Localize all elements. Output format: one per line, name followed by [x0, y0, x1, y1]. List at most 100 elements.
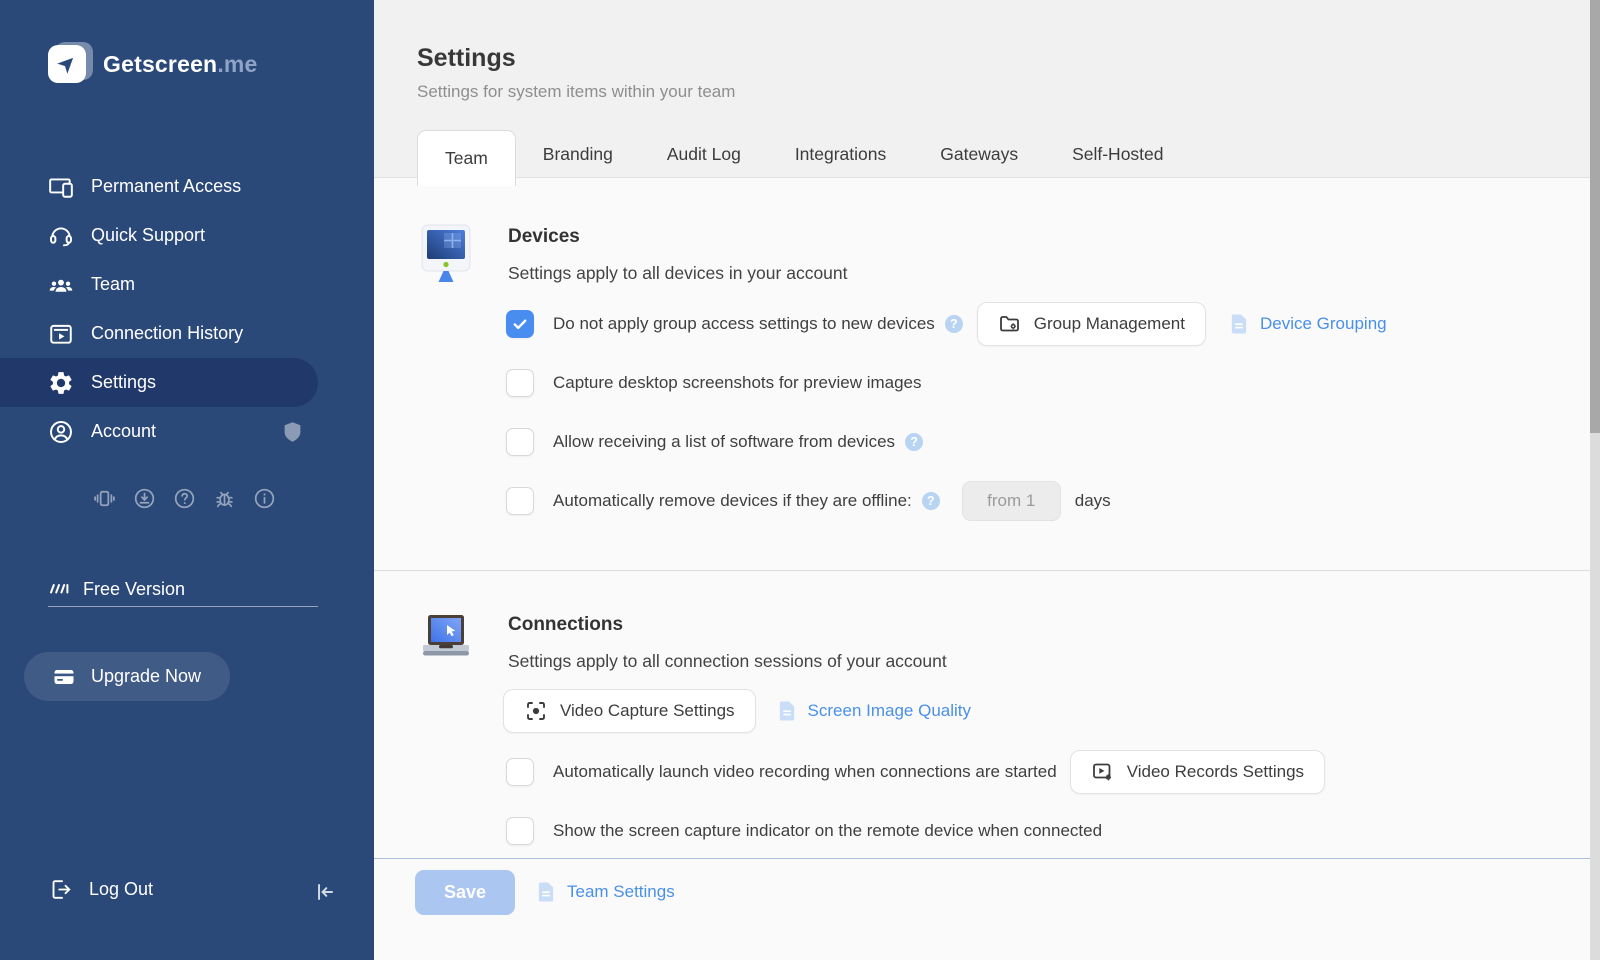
setting-label: Do not apply group access settings to ne…: [553, 314, 935, 333]
document-icon: [777, 699, 797, 723]
group-management-button[interactable]: Group Management: [976, 302, 1206, 346]
upgrade-now-button[interactable]: Upgrade Now: [24, 652, 230, 701]
sidebar-item-permanent-access[interactable]: Permanent Access: [0, 162, 374, 211]
days-unit-label: days: [1074, 491, 1111, 510]
button-label: Video Records Settings: [1126, 762, 1305, 781]
button-label: Group Management: [1033, 314, 1185, 333]
save-bar: Save Team Settings: [374, 858, 1600, 960]
logout-icon: [48, 877, 73, 902]
link-label: Screen Image Quality: [807, 701, 971, 720]
devices-icon[interactable]: [93, 487, 116, 510]
checkbox-screen-capture-indicator[interactable]: [506, 817, 534, 845]
connections-section-icon: [418, 610, 474, 660]
sidebar-item-label: Connection History: [91, 323, 244, 343]
offline-days-input[interactable]: [961, 481, 1061, 521]
sidebar-item-team[interactable]: Team: [0, 260, 374, 309]
sidebar-utility-icons: [93, 487, 276, 510]
sidebar-item-label: Permanent Access: [91, 176, 242, 196]
video-gear-icon: [1091, 760, 1115, 784]
devices-section-icon: [418, 222, 474, 282]
capture-frame-icon: [524, 699, 548, 723]
brand-logo[interactable]: ➤ Getscreen.me: [48, 42, 258, 84]
settings-content: Devices Settings apply to all devices in…: [374, 178, 1590, 960]
team-people-icon: [48, 272, 74, 298]
devices-monitor-phone-icon: [48, 174, 74, 200]
link-label: Device Grouping: [1259, 314, 1387, 333]
connections-section-title: Connections: [508, 614, 624, 635]
help-tooltip-icon[interactable]: ?: [944, 315, 963, 333]
checkbox-group-access[interactable]: [506, 310, 534, 338]
logout-label: Log Out: [89, 879, 154, 899]
help-icon[interactable]: [173, 487, 196, 510]
account-person-icon: [48, 419, 74, 445]
tab-branding[interactable]: Branding: [516, 130, 640, 178]
sidebar-item-label: Settings: [91, 372, 157, 392]
help-tooltip-icon[interactable]: ?: [905, 433, 924, 451]
checkbox-auto-remove-devices[interactable]: [506, 487, 534, 515]
checkbox-capture-screenshots[interactable]: [506, 369, 534, 397]
plan-status: Free Version: [48, 577, 185, 601]
sidebar-item-connection-history[interactable]: Connection History: [0, 309, 374, 358]
headset-icon: [48, 223, 74, 249]
setting-row: Show the screen capture indicator on the…: [506, 809, 1102, 853]
setting-row: Automatically remove devices if they are…: [506, 479, 1111, 523]
history-box-play-icon: [48, 321, 74, 347]
sidebar-item-account[interactable]: Account: [0, 407, 374, 456]
scrollbar-track[interactable]: [1590, 0, 1600, 960]
save-button[interactable]: Save: [415, 870, 515, 915]
sidebar: ➤ Getscreen.me Permanent Access Quick Su…: [0, 0, 374, 960]
link-label: Team Settings: [567, 882, 675, 901]
devices-section-title: Devices: [508, 226, 580, 247]
sidebar-item-quick-support[interactable]: Quick Support: [0, 211, 374, 260]
page-subtitle: Settings for system items within your te…: [417, 82, 736, 101]
settings-tabs: Team Branding Audit Log Integrations Gat…: [417, 130, 1191, 186]
tab-integrations[interactable]: Integrations: [768, 130, 913, 178]
brand-name: Getscreen.me: [103, 50, 258, 77]
sidebar-item-settings[interactable]: Settings: [0, 358, 318, 407]
sidebar-item-label: Account: [91, 421, 157, 441]
meter-icon: [48, 577, 72, 601]
tab-audit-log[interactable]: Audit Log: [640, 130, 768, 178]
info-icon[interactable]: [253, 487, 276, 510]
check-icon: [513, 319, 527, 330]
setting-label: Capture desktop screenshots for preview …: [553, 373, 922, 392]
page-title: Settings: [417, 44, 516, 72]
divider: [48, 606, 318, 607]
connections-actions-row: Video Capture Settings Screen Image Qual…: [503, 689, 971, 733]
logout-button[interactable]: Log Out: [48, 877, 153, 902]
tab-gateways[interactable]: Gateways: [913, 130, 1045, 178]
help-tooltip-icon[interactable]: ?: [921, 492, 940, 510]
brand-logo-icon: ➤: [48, 42, 93, 84]
section-divider: [374, 570, 1590, 571]
video-capture-settings-button[interactable]: Video Capture Settings: [503, 689, 756, 733]
screen-image-quality-link[interactable]: Screen Image Quality: [777, 699, 971, 723]
document-icon: [1229, 312, 1249, 336]
setting-row: Do not apply group access settings to ne…: [506, 302, 1387, 346]
collapse-sidebar-icon[interactable]: [312, 879, 338, 905]
tab-team[interactable]: Team: [417, 130, 516, 186]
upgrade-label: Upgrade Now: [91, 666, 202, 686]
arrow-up-right-icon: ➤: [53, 50, 81, 78]
shield-icon: [281, 420, 304, 443]
folder-gear-icon: [998, 312, 1022, 336]
credit-card-icon: [52, 665, 76, 689]
devices-section-subtitle: Settings apply to all devices in your ac…: [508, 263, 848, 283]
sidebar-item-label: Team: [91, 274, 136, 294]
checkbox-auto-video-recording[interactable]: [506, 758, 534, 786]
scrollbar-thumb[interactable]: [1590, 0, 1600, 433]
checkbox-software-list[interactable]: [506, 428, 534, 456]
sidebar-item-label: Quick Support: [91, 225, 206, 245]
team-settings-link[interactable]: Team Settings: [536, 880, 675, 904]
download-icon[interactable]: [133, 487, 156, 510]
setting-row: Allow receiving a list of software from …: [506, 420, 924, 464]
tab-self-hosted[interactable]: Self-Hosted: [1045, 130, 1190, 178]
setting-row: Capture desktop screenshots for preview …: [506, 361, 922, 405]
button-label: Video Capture Settings: [560, 701, 735, 720]
bug-icon[interactable]: [213, 487, 236, 510]
connections-section-subtitle: Settings apply to all connection session…: [508, 651, 947, 671]
setting-row: Automatically launch video recording whe…: [506, 750, 1326, 794]
page-header: Settings Settings for system items withi…: [374, 0, 1600, 186]
device-grouping-link[interactable]: Device Grouping: [1229, 312, 1387, 336]
video-records-settings-button[interactable]: Video Records Settings: [1069, 750, 1326, 794]
setting-label: Automatically remove devices if they are…: [553, 491, 912, 510]
